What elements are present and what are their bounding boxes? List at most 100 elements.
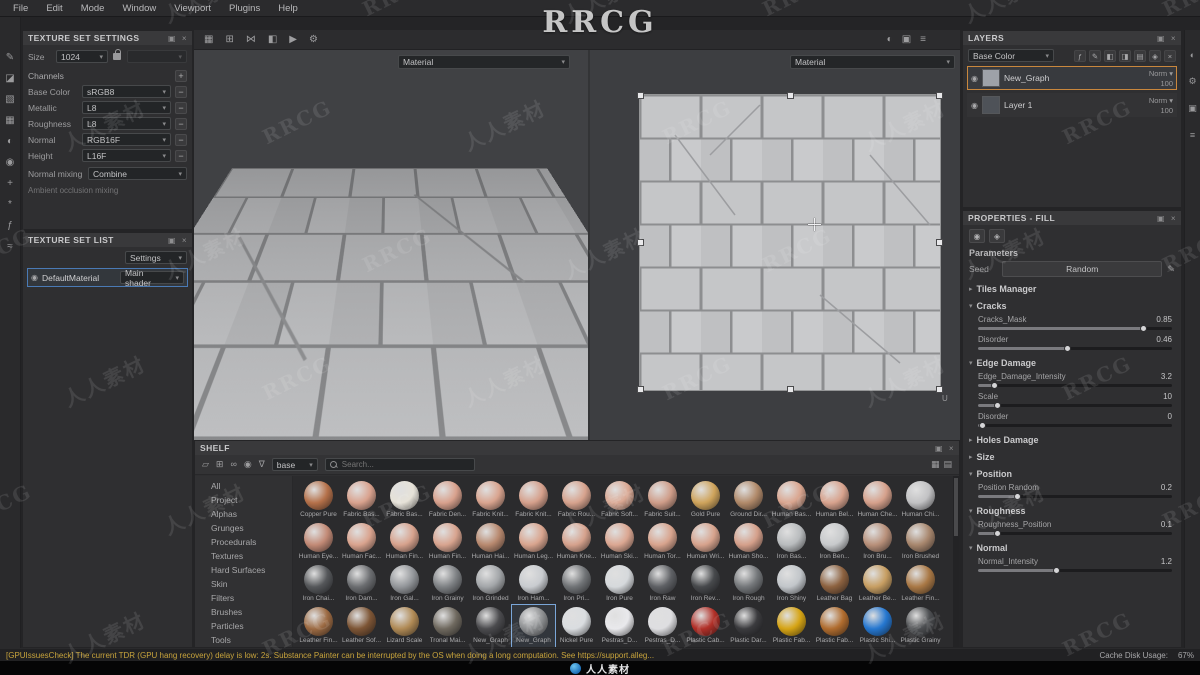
smudge-tool-icon[interactable]: ◐	[3, 135, 18, 149]
shelf-item[interactable]: Fabric Suit...	[641, 479, 684, 521]
dock-icon[interactable]: ▣	[935, 444, 943, 453]
remove-channel-button[interactable]: −	[175, 85, 187, 98]
close-icon[interactable]: ×	[949, 444, 954, 453]
shelf-item[interactable]: Iron Ham...	[512, 563, 555, 605]
shelf-item[interactable]: Fabric Den...	[426, 479, 469, 521]
shelf-item[interactable]: Fabric Bas...	[340, 479, 383, 521]
shelf-category-skin[interactable]: Skin	[197, 578, 290, 591]
shelf-item[interactable]: Human Fin...	[426, 521, 469, 563]
seed-random-button[interactable]: Random	[1002, 261, 1163, 277]
list-view-icon[interactable]: ▤	[943, 459, 952, 470]
param-value[interactable]: 0	[1168, 412, 1172, 421]
edit-pencil-icon[interactable]: ✎	[1167, 264, 1175, 275]
viewport[interactable]: ▦ ⊞ ⋈ ◧ ▶ ⚙ ◐ ▣ ≡ Material ▾ Y X Z Mater…	[194, 30, 960, 440]
param-value[interactable]: 0.2	[1161, 483, 1172, 492]
shelf-item[interactable]: Tronal Mai...	[426, 605, 469, 647]
channel-format-dropdown[interactable]: sRGB8 ▾	[82, 85, 171, 98]
shelf-item[interactable]: Leather Fin...	[899, 563, 942, 605]
add-fill-layer-icon[interactable]: ◧	[1104, 49, 1116, 62]
viewport-3d-pane[interactable]: Material ▾ Y X Z	[194, 50, 590, 440]
menu-viewport[interactable]: Viewport	[165, 3, 220, 14]
close-icon[interactable]: ×	[1171, 34, 1176, 43]
section-holes-damage[interactable]: ▸ Holes Damage	[963, 430, 1181, 447]
param-slider[interactable]	[978, 493, 1172, 500]
size-dropdown-secondary[interactable]: ▾	[127, 50, 187, 63]
link-icon[interactable]: ∞	[230, 459, 236, 470]
shelf-item[interactable]: Iron Shiny	[770, 563, 813, 605]
shelf-item[interactable]: Ground Dir...	[727, 479, 770, 521]
table-grid-icon[interactable]: ▦	[204, 31, 213, 49]
channel-format-dropdown[interactable]: L16F ▾	[82, 149, 171, 162]
shelf-scrollbar[interactable]	[953, 476, 959, 647]
transform-handle[interactable]	[936, 92, 943, 99]
menu-edit[interactable]: Edit	[37, 3, 71, 14]
param-value[interactable]: 1.2	[1161, 557, 1172, 566]
close-icon[interactable]: ×	[182, 34, 187, 43]
shelf-item[interactable]: New_Graph	[469, 605, 512, 647]
display-settings-strip-icon[interactable]: ◐	[1190, 50, 1195, 60]
shader-dropdown[interactable]: Main shader ▾	[120, 268, 184, 288]
normal-mixing-dropdown[interactable]: Combine ▾	[88, 167, 187, 180]
channel-format-dropdown[interactable]: RGB16F ▾	[82, 133, 171, 146]
channel-format-dropdown[interactable]: L8 ▾	[82, 101, 171, 114]
size-dropdown[interactable]: 1024 ▾	[56, 50, 108, 63]
remove-channel-button[interactable]: −	[175, 117, 187, 130]
layer-blend-dropdown[interactable]: Norm ▾	[1149, 96, 1173, 105]
shelf-item[interactable]: Leather Bag	[813, 563, 856, 605]
environment-view-icon[interactable]: ◐	[887, 31, 893, 49]
layers-channel-dropdown[interactable]: Base Color ▾	[968, 49, 1054, 62]
layer-row[interactable]: ◉ Layer 1 Norm ▾ 100	[967, 93, 1177, 117]
close-icon[interactable]: ×	[1171, 214, 1176, 223]
shelf-item[interactable]: Human Bel...	[813, 479, 856, 521]
shelf-item[interactable]: Plastic Cab...	[684, 605, 727, 647]
shelf-category-tools[interactable]: Tools	[197, 634, 290, 647]
remove-channel-button[interactable]: −	[175, 101, 187, 114]
transform-handle[interactable]	[787, 386, 794, 393]
param-value[interactable]: 10	[1163, 392, 1172, 401]
shelf-item[interactable]: Iron Rev...	[684, 563, 727, 605]
shelf-item[interactable]: Pestras_D...	[598, 605, 641, 647]
texture-set-settings-dropdown[interactable]: Settings ▾	[125, 251, 187, 264]
navigation-gizmo[interactable]: Y X Z	[546, 398, 588, 440]
menu-mode[interactable]: Mode	[72, 3, 114, 14]
dock-icon[interactable]: ▣	[168, 236, 176, 245]
layer-visibility-icon[interactable]: ◉	[971, 101, 978, 110]
shelf-item[interactable]: Iron Brushed	[899, 521, 942, 563]
shelf-category-grunges[interactable]: Grunges	[197, 522, 290, 535]
new-folder-icon[interactable]: ⊞	[216, 459, 224, 470]
shelf-item[interactable]: Iron Rough	[727, 563, 770, 605]
shelf-item[interactable]: Plastic Dar...	[727, 605, 770, 647]
viewport-settings-gear-icon[interactable]: ⚙	[309, 31, 318, 49]
shelf-item[interactable]: Iron Grainy	[426, 563, 469, 605]
camera-view-icon[interactable]: ▣	[902, 31, 911, 49]
shelf-item[interactable]: Fabric Rou...	[555, 479, 598, 521]
clone-stamp-tool-icon[interactable]: ◉	[3, 156, 18, 170]
shelf-item[interactable]: Plastic Grainy	[899, 605, 942, 647]
layer-opacity-value[interactable]: 100	[1160, 106, 1173, 115]
shelf-item[interactable]: Plastic Fab...	[813, 605, 856, 647]
shelf-category-textures[interactable]: Textures	[197, 550, 290, 563]
shelf-item[interactable]: Leather Fin...	[297, 605, 340, 647]
transform-handle[interactable]	[637, 92, 644, 99]
section-roughness[interactable]: ▾ Roughness	[963, 501, 1181, 518]
section-tiles-manager[interactable]: ▸ Tiles Manager	[963, 279, 1181, 296]
shelf-category-alphas[interactable]: Alphas	[197, 508, 290, 521]
param-value[interactable]: 0.1	[1161, 520, 1172, 529]
shelf-item[interactable]: Iron Gal...	[383, 563, 426, 605]
shelf-search-box[interactable]	[324, 458, 475, 471]
texture-set-row[interactable]: ◉ DefaultMaterial Main shader ▾	[27, 268, 188, 288]
size-lock-icon[interactable]	[113, 48, 122, 61]
display-settings-icon[interactable]: ≡	[920, 31, 926, 49]
add-smart-material-icon[interactable]: ◈	[1149, 49, 1161, 62]
shelf-filter-preset-dropdown[interactable]: base ▾	[271, 458, 318, 471]
polygon-fill-tool-icon[interactable]: ▦	[3, 114, 18, 128]
section-position[interactable]: ▾ Position	[963, 464, 1181, 481]
2d-texture-view[interactable]	[637, 92, 943, 393]
shelf-item[interactable]: Iron Chai...	[297, 563, 340, 605]
shelf-item[interactable]: Iron Bas...	[770, 521, 813, 563]
material-mode-icon[interactable]: ◉	[969, 229, 985, 243]
shelf-item[interactable]: Iron Raw	[641, 563, 684, 605]
shelf-item[interactable]: Leather Be...	[856, 563, 899, 605]
transform-handle[interactable]	[637, 386, 644, 393]
shelf-item[interactable]: New_Graph	[511, 604, 556, 647]
